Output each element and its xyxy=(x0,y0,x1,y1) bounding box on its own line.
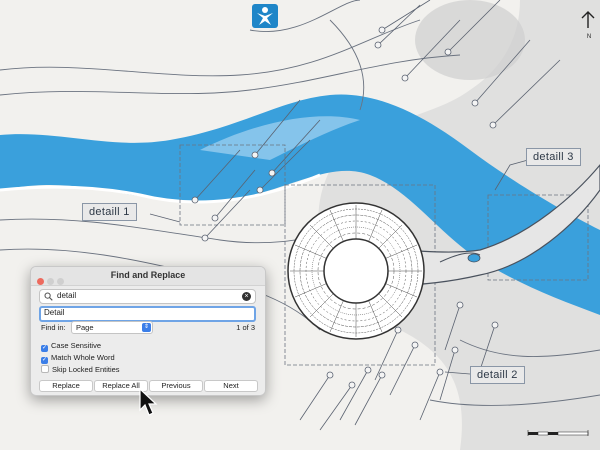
replace-button[interactable]: Replace xyxy=(39,380,93,392)
app-logo-icon xyxy=(252,4,278,28)
empty-checkbox-icon xyxy=(41,365,49,373)
boardwalk-end xyxy=(467,253,481,263)
find-in-select[interactable]: Page ⇕ xyxy=(71,321,153,334)
search-input-value: detail xyxy=(57,291,77,300)
match-whole-word-label: Match Whole Word xyxy=(51,353,115,362)
match-whole-word-checkbox[interactable]: ✓ Match Whole Word xyxy=(41,353,115,364)
find-in-value: Page xyxy=(76,323,94,332)
case-sensitive-checkbox[interactable]: ✓ Case Sensitive xyxy=(41,341,102,352)
replace-input[interactable]: Detail xyxy=(39,306,256,322)
mouse-cursor-icon xyxy=(139,388,158,416)
dialog-titlebar[interactable]: Find and Replace xyxy=(31,267,265,286)
canvas-area[interactable]: N detaill 1 detaill 3 detaill 2 Find and… xyxy=(0,0,600,450)
clear-search-icon[interactable]: × xyxy=(242,292,251,301)
search-icon xyxy=(44,292,53,301)
search-field[interactable]: detail × xyxy=(39,289,256,304)
checkmark-icon: ✓ xyxy=(41,357,48,364)
match-count: 1 of 3 xyxy=(236,323,255,332)
chevron-updown-icon: ⇕ xyxy=(142,323,151,332)
callout-detail-2[interactable]: detaill 2 xyxy=(470,366,525,384)
shadow-blob xyxy=(415,0,525,80)
skip-locked-entities-label: Skip Locked Entities xyxy=(52,365,120,374)
next-button[interactable]: Next xyxy=(204,380,258,392)
callout-detail-3[interactable]: detaill 3 xyxy=(526,148,581,166)
callout-detail-1[interactable]: detaill 1 xyxy=(82,203,137,221)
dialog-title: Find and Replace xyxy=(110,270,186,280)
checkmark-icon: ✓ xyxy=(41,345,48,352)
find-replace-dialog: Find and Replace detail × Detail Find in… xyxy=(30,266,266,396)
replace-input-value: Detail xyxy=(44,308,65,317)
find-in-label: Find in: xyxy=(41,323,66,332)
case-sensitive-label: Case Sensitive xyxy=(51,341,102,350)
skip-locked-entities-checkbox[interactable]: Skip Locked Entities xyxy=(41,365,120,375)
north-label: N xyxy=(587,34,591,40)
